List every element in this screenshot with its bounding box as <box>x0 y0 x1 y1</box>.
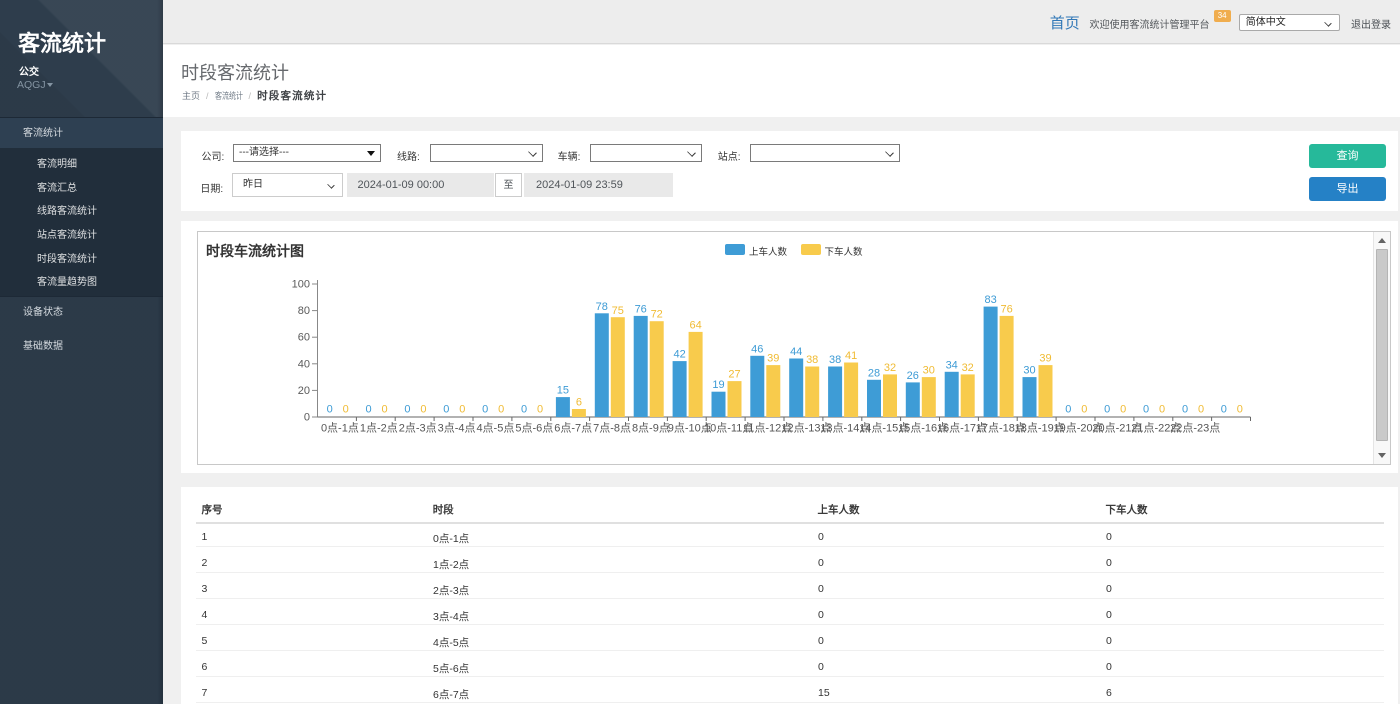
svg-text:0: 0 <box>1237 404 1243 416</box>
svg-text:42: 42 <box>673 349 685 361</box>
svg-text:100: 100 <box>292 279 310 291</box>
svg-text:38: 38 <box>806 354 818 366</box>
svg-text:0: 0 <box>1081 404 1087 416</box>
svg-text:46: 46 <box>751 343 763 355</box>
svg-text:0: 0 <box>1182 404 1188 416</box>
svg-text:0: 0 <box>443 404 449 416</box>
svg-text:39: 39 <box>767 353 779 365</box>
svg-text:75: 75 <box>612 305 624 317</box>
svg-text:0点-1点: 0点-1点 <box>321 422 359 435</box>
svg-text:7点-8点: 7点-8点 <box>593 422 631 435</box>
svg-text:26: 26 <box>907 370 919 382</box>
svg-text:5点-6点: 5点-6点 <box>515 422 553 435</box>
svg-text:34: 34 <box>946 359 958 371</box>
svg-text:72: 72 <box>651 309 663 321</box>
svg-text:0: 0 <box>382 404 388 416</box>
svg-text:39: 39 <box>1039 353 1051 365</box>
svg-text:0: 0 <box>537 404 543 416</box>
svg-text:0: 0 <box>1065 404 1071 416</box>
svg-text:0: 0 <box>521 404 527 416</box>
svg-text:22点-23点: 22点-23点 <box>1170 422 1220 435</box>
svg-text:38: 38 <box>829 354 841 366</box>
svg-text:0: 0 <box>343 404 349 416</box>
svg-text:44: 44 <box>790 346 802 358</box>
svg-text:32: 32 <box>962 362 974 374</box>
svg-text:0: 0 <box>1143 404 1149 416</box>
svg-text:15: 15 <box>557 385 569 397</box>
svg-text:64: 64 <box>689 319 701 331</box>
svg-text:0: 0 <box>1120 404 1126 416</box>
svg-text:8点-9点: 8点-9点 <box>632 422 670 435</box>
svg-text:0: 0 <box>498 404 504 416</box>
svg-text:1点-2点: 1点-2点 <box>360 422 398 435</box>
svg-text:0: 0 <box>1159 404 1165 416</box>
svg-text:0: 0 <box>327 404 333 416</box>
svg-text:6点-7点: 6点-7点 <box>554 422 592 435</box>
svg-text:28: 28 <box>868 367 880 379</box>
svg-text:0: 0 <box>1198 404 1204 416</box>
svg-text:40: 40 <box>298 358 310 370</box>
svg-text:76: 76 <box>1000 303 1012 315</box>
svg-text:20: 20 <box>298 385 310 397</box>
svg-text:60: 60 <box>298 332 310 344</box>
svg-text:0: 0 <box>482 404 488 416</box>
svg-text:2点-3点: 2点-3点 <box>399 422 437 435</box>
svg-text:78: 78 <box>596 301 608 313</box>
svg-text:30: 30 <box>1023 365 1035 377</box>
svg-text:0: 0 <box>1221 404 1227 416</box>
svg-text:0: 0 <box>1104 404 1110 416</box>
svg-text:76: 76 <box>635 303 647 315</box>
svg-text:3点-4点: 3点-4点 <box>438 422 476 435</box>
svg-text:27: 27 <box>728 369 740 381</box>
svg-text:0: 0 <box>459 404 465 416</box>
svg-text:83: 83 <box>984 294 996 306</box>
svg-text:0: 0 <box>366 404 372 416</box>
svg-text:0: 0 <box>404 404 410 416</box>
svg-text:80: 80 <box>298 305 310 317</box>
svg-text:19: 19 <box>712 379 724 391</box>
svg-text:0: 0 <box>420 404 426 416</box>
svg-text:30: 30 <box>923 365 935 377</box>
svg-text:41: 41 <box>845 350 857 362</box>
svg-text:6: 6 <box>576 397 582 409</box>
svg-text:32: 32 <box>884 362 896 374</box>
svg-text:4点-5点: 4点-5点 <box>476 422 514 435</box>
svg-text:0: 0 <box>304 412 310 424</box>
